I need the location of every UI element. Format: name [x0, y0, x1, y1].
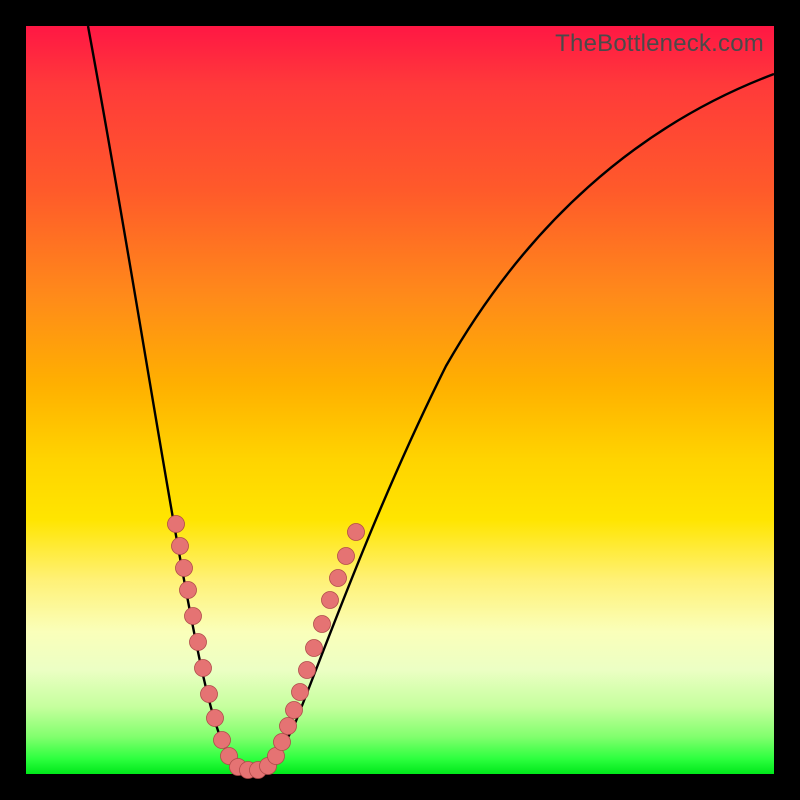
- data-dot: [286, 702, 303, 719]
- data-dot: [330, 570, 347, 587]
- data-dot: [195, 660, 212, 677]
- curve-svg: [26, 26, 774, 774]
- data-dot: [201, 686, 218, 703]
- dots-right-branch: [268, 524, 365, 765]
- data-dot: [176, 560, 193, 577]
- data-dot: [280, 718, 297, 735]
- data-dot: [314, 616, 331, 633]
- chart-frame: TheBottleneck.com: [0, 0, 800, 800]
- data-dot: [185, 608, 202, 625]
- data-dot: [322, 592, 339, 609]
- data-dot: [292, 684, 309, 701]
- dots-left-branch: [168, 516, 238, 765]
- data-dot: [299, 662, 316, 679]
- data-dot: [190, 634, 207, 651]
- data-dot: [180, 582, 197, 599]
- data-dot: [214, 732, 231, 749]
- data-dot: [168, 516, 185, 533]
- data-dot: [348, 524, 365, 541]
- data-dot: [338, 548, 355, 565]
- data-dot: [306, 640, 323, 657]
- bottleneck-curve: [88, 26, 774, 769]
- data-dot: [172, 538, 189, 555]
- data-dot: [207, 710, 224, 727]
- gradient-plot-area: TheBottleneck.com: [26, 26, 774, 774]
- data-dot: [274, 734, 291, 751]
